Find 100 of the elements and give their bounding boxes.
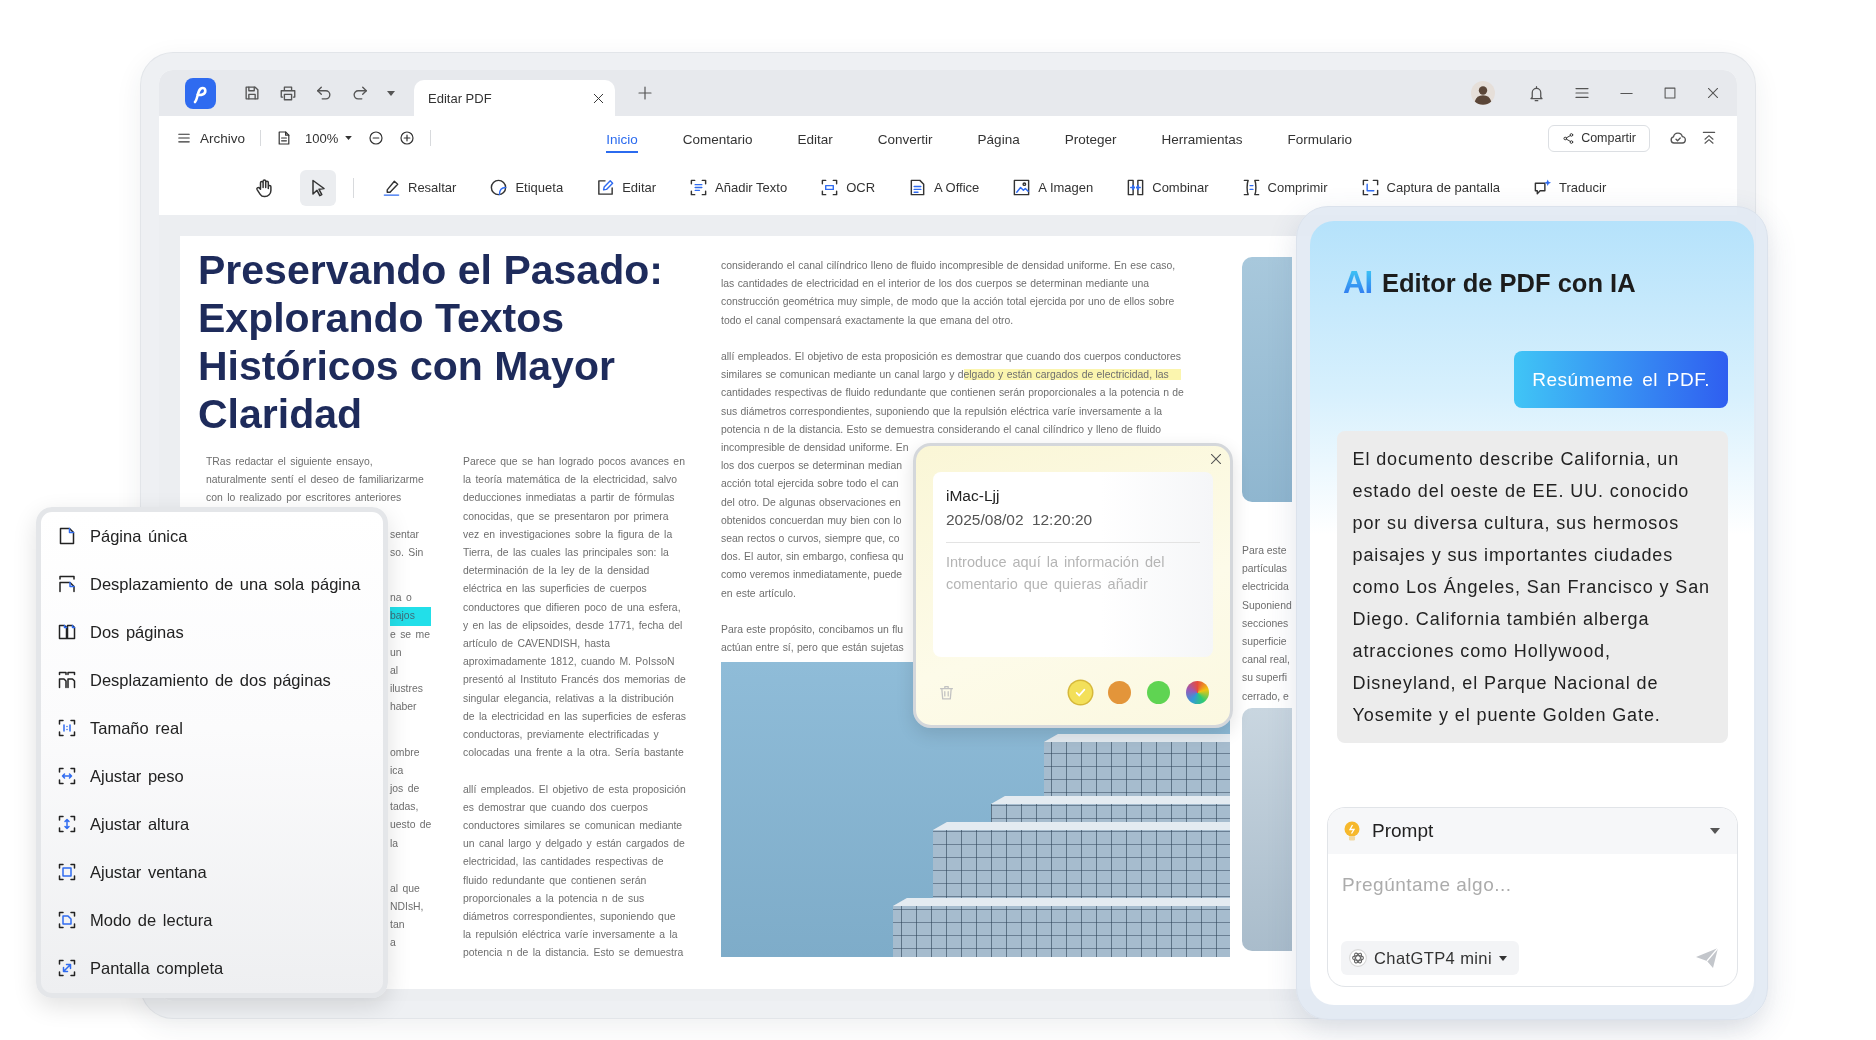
toolbar-button[interactable]: A Imagen xyxy=(1012,178,1094,197)
text-line: conductores similares se comunican mediante xyxy=(463,819,683,834)
text-line: e se me xyxy=(390,627,430,642)
text-line: haber xyxy=(390,700,417,715)
plus-icon[interactable] xyxy=(637,85,653,101)
bell-icon[interactable] xyxy=(1528,84,1545,102)
single-page-scroll-icon xyxy=(57,574,77,594)
comment-editor[interactable]: iMac-Ljj 2025/08/02 12:20:20 Introduce aquí la información del comentario que quieras añadir xyxy=(933,472,1213,657)
prompt-dropdown[interactable]: Prompt xyxy=(1328,808,1737,854)
text-line: na o xyxy=(390,591,412,606)
document-tab[interactable]: Editar PDF xyxy=(414,80,615,116)
menu-tab[interactable]: Proteger xyxy=(1064,123,1117,153)
menu-item[interactable]: Ajustar ventana xyxy=(41,848,383,896)
menu-tab[interactable]: Editar xyxy=(797,123,833,153)
share-button[interactable]: Compartir xyxy=(1548,124,1650,152)
toolbar-button[interactable]: OCR xyxy=(820,178,875,197)
menu-item[interactable]: Pantalla completa xyxy=(41,944,383,992)
text-line: acción total ejercida sobre todo el can xyxy=(721,477,899,492)
menu-tab[interactable]: Inicio xyxy=(606,123,638,153)
zoom-dropdown[interactable]: 100% xyxy=(305,130,353,146)
caret-icon xyxy=(345,136,353,140)
screen-capture-icon xyxy=(1360,178,1380,197)
close-icon[interactable] xyxy=(1209,452,1223,466)
page-icon[interactable] xyxy=(276,130,292,146)
text-line: tadas, xyxy=(390,800,419,815)
color-swatch-icon[interactable] xyxy=(1108,681,1131,704)
prompt-input[interactable]: Pregúntame algo... xyxy=(1342,872,1723,898)
zoom-out-icon[interactable] xyxy=(368,130,385,146)
toolbar-button[interactable]: Traducir xyxy=(1533,178,1607,197)
document-icon xyxy=(908,178,927,197)
atom-icon xyxy=(1349,949,1367,967)
fit-height-icon xyxy=(57,814,77,834)
menu-icon xyxy=(177,131,191,145)
text-line: es demostrar que cuando dos cuerpos xyxy=(463,800,648,815)
text-line: uesto de xyxy=(390,818,432,833)
close-icon[interactable] xyxy=(592,91,605,105)
menu-item[interactable]: Página única xyxy=(41,512,383,560)
color-wheel-icon[interactable] xyxy=(1186,681,1209,704)
text-line: Parece que se han logrado pocos avances en xyxy=(463,455,685,469)
menu-item[interactable]: Ajustar altura xyxy=(41,800,383,848)
sticker-icon xyxy=(489,178,509,197)
undo-icon[interactable] xyxy=(315,84,333,102)
caret-icon[interactable] xyxy=(387,90,395,96)
menu-item[interactable]: Dos páginas xyxy=(41,608,383,656)
text-line: proporcionales a la potencia n de sus xyxy=(463,891,645,906)
fullscreen-icon xyxy=(57,958,77,978)
file-menu-button[interactable]: Archivo xyxy=(177,130,245,146)
text-line: colocadas una frente a la otra. Sería bastante xyxy=(463,746,684,761)
toolbar-button[interactable]: Captura de pantalla xyxy=(1360,178,1501,197)
toolbar-button[interactable]: Resaltar xyxy=(382,178,457,197)
maximize-icon[interactable] xyxy=(1663,86,1677,100)
menu-item[interactable]: Modo de lectura xyxy=(41,896,383,944)
text-line: diámetros correspondientes, suponiendo que xyxy=(463,910,676,925)
avatar-icon[interactable] xyxy=(1471,81,1495,105)
comment-author: iMac-Ljj xyxy=(946,486,1001,506)
mode-button[interactable] xyxy=(300,169,336,206)
text-line: potencia n de la distancia. Esto se demuestra considerando el canal cilíndrico y lleno de fluido xyxy=(721,422,1162,437)
menu-item[interactable]: Tamaño real xyxy=(41,704,383,752)
speech-bubble-sparkle-icon xyxy=(1533,178,1553,197)
toolbar-button[interactable]: Combinar xyxy=(1126,178,1209,197)
menu-tab[interactable]: Herramientas xyxy=(1161,123,1243,153)
menu-item[interactable]: Desplazamiento de una sola página xyxy=(41,560,383,608)
toolbar-button[interactable]: Etiqueta xyxy=(489,178,564,197)
toolbar-button[interactable]: Editar xyxy=(596,178,657,197)
app-logo-icon[interactable] xyxy=(185,77,216,109)
model-dropdown[interactable]: ChatGTP4 mini xyxy=(1341,941,1519,975)
text-line: cantidades respectivas de fluido redundante que contienen serán proporcionales a la potencia n de xyxy=(721,386,1184,401)
toolbar-button[interactable]: A Office xyxy=(908,178,980,197)
save-icon[interactable] xyxy=(243,84,261,102)
close-icon[interactable] xyxy=(1706,86,1720,100)
color-swatch-icon[interactable] xyxy=(1069,681,1092,704)
text-line: un xyxy=(390,645,402,660)
text-line: partículas xyxy=(1242,562,1288,577)
text-line: la xyxy=(390,836,399,851)
menu-item[interactable]: Desplazamiento de dos páginas xyxy=(41,656,383,704)
color-swatch-icon[interactable] xyxy=(1147,681,1170,704)
redo-icon[interactable] xyxy=(351,84,369,102)
caret-icon xyxy=(1710,828,1720,834)
text-line: NDIsH, xyxy=(390,900,424,915)
menu-icon[interactable] xyxy=(1574,85,1590,101)
menu-tab[interactable]: Formulario xyxy=(1287,123,1352,153)
text-line: la teoría matemática de la electricidad, salvo xyxy=(463,473,678,488)
text-line: electricida xyxy=(1242,580,1289,595)
menu-item[interactable]: Ajustar peso xyxy=(41,752,383,800)
toolbar-button[interactable]: Comprimir xyxy=(1241,178,1328,197)
menu-tab[interactable]: Comentario xyxy=(682,123,753,153)
menu-tab[interactable]: Convertir xyxy=(877,123,933,153)
caret-icon xyxy=(1499,955,1507,961)
panel-title: Editor de PDF con IA xyxy=(1382,268,1636,298)
text-line: electricidad, las cantidades respectivas de xyxy=(463,855,664,870)
zoom-in-icon[interactable] xyxy=(399,130,416,146)
collapse-icon[interactable] xyxy=(1701,130,1717,146)
highlighted-text: bajos xyxy=(390,607,431,626)
print-icon[interactable] xyxy=(279,84,297,102)
text-line: del otro. De algunas observaciones en xyxy=(721,495,901,510)
text-line: sentar xyxy=(390,527,419,542)
toolbar-button[interactable]: Añadir Texto xyxy=(689,178,788,197)
menu-tab[interactable]: Página xyxy=(977,123,1020,153)
text-line: Tierra, de las cuales las principales son: la xyxy=(463,546,669,560)
comment-input[interactable]: Introduce aquí la información del comentario que quieras añadir xyxy=(946,549,1200,633)
